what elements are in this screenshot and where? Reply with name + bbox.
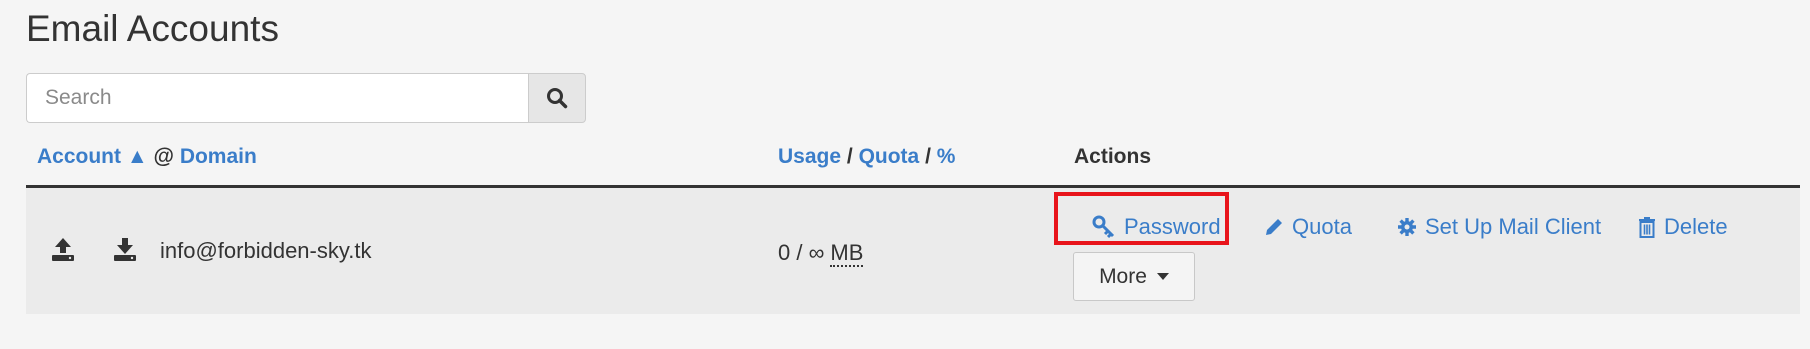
search-input[interactable] (26, 73, 528, 123)
quota-link[interactable]: Quota (1292, 214, 1352, 240)
actions-header: Actions (1074, 145, 1152, 168)
delete-link[interactable]: Delete (1664, 214, 1728, 240)
upload-icon[interactable] (50, 236, 76, 262)
usage-value: 0 / ∞ MB (778, 240, 864, 267)
trash-icon (1639, 217, 1655, 238)
sort-percent-link[interactable]: % (937, 145, 956, 168)
sort-account-link[interactable]: Account (37, 145, 121, 168)
gear-icon (1398, 218, 1416, 236)
usage-quota-header: Usage / Quota / % (778, 145, 955, 169)
more-button[interactable]: More (1073, 252, 1195, 301)
caret-down-icon (1156, 273, 1169, 280)
pencil-icon (1266, 219, 1282, 235)
page-title: Email Accounts (26, 8, 279, 49)
at-sign: @ (153, 145, 174, 168)
more-label: More (1099, 264, 1147, 288)
delete-action[interactable]: Delete (1638, 214, 1728, 240)
setup-mail-client-link[interactable]: Set Up Mail Client (1425, 214, 1601, 240)
header-separator: / (846, 145, 853, 168)
table-header: Account ▲ @ Domain Usage / Quota / % Act… (26, 145, 1800, 185)
quota-action[interactable]: Quota (1264, 214, 1352, 240)
usage-unit: MB (830, 240, 864, 267)
search-bar (26, 73, 586, 123)
sort-domain-link[interactable]: Domain (180, 145, 257, 168)
account-domain-header: Account ▲ @ Domain (37, 145, 257, 169)
table-row: info@forbidden-sky.tk 0 / ∞ MB Password … (26, 188, 1800, 314)
sort-usage-link[interactable]: Usage (778, 145, 841, 168)
header-separator: / (925, 145, 931, 168)
usage-quota-text: 0 / ∞ (778, 240, 831, 265)
search-button[interactable] (528, 73, 586, 123)
search-icon (547, 88, 568, 109)
setup-mail-client-action[interactable]: Set Up Mail Client (1397, 214, 1601, 240)
password-highlight-box (1054, 192, 1229, 245)
sort-quota-link[interactable]: Quota (859, 145, 920, 168)
sort-indicator-icon: ▲ (126, 145, 148, 168)
account-email: info@forbidden-sky.tk (160, 238, 372, 263)
download-icon[interactable] (112, 236, 138, 262)
